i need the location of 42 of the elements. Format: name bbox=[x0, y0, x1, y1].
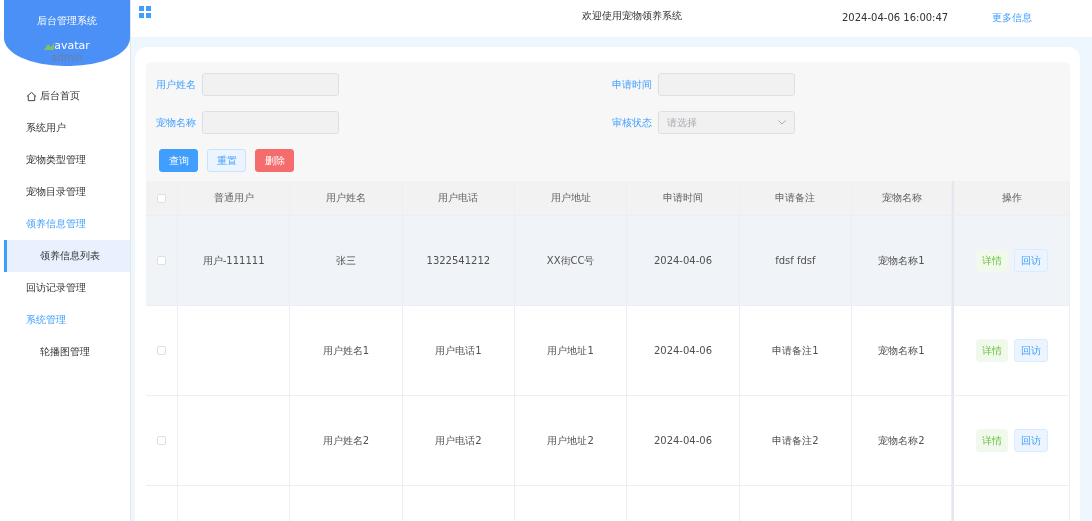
row-action-button[interactable]: 详情 bbox=[975, 249, 1008, 272]
filter-label: 审核状态 bbox=[612, 115, 652, 130]
filter-label: 申请时间 bbox=[612, 77, 652, 92]
row-action-button[interactable]: 回访 bbox=[1013, 429, 1048, 452]
menu-item[interactable]: 领养信息列表 bbox=[4, 240, 130, 272]
menu-item[interactable]: 宠物类型管理 bbox=[4, 144, 130, 176]
app-title: 后台管理系统 bbox=[37, 14, 97, 28]
row-action-button[interactable]: 详情 bbox=[975, 339, 1008, 362]
checkbox[interactable] bbox=[157, 256, 166, 265]
filter-label: 宠物名称 bbox=[156, 115, 196, 130]
input-field[interactable] bbox=[658, 73, 795, 96]
action-button[interactable]: 删除 bbox=[255, 149, 294, 172]
table-row[interactable]: 用户姓名2 用户电话2 用户地址2 2024-04-06 申请备注2 宠物名称2 详情 回访 bbox=[146, 396, 1070, 486]
menu-item[interactable]: 领养信息管理 bbox=[4, 208, 130, 240]
menu-item[interactable]: 系统管理 bbox=[4, 304, 130, 336]
checkbox[interactable] bbox=[157, 436, 166, 445]
menu-item[interactable]: 后台首页 bbox=[4, 80, 130, 112]
row-action-button[interactable]: 回访 bbox=[1013, 339, 1048, 362]
checkbox[interactable] bbox=[157, 193, 166, 203]
input-field[interactable] bbox=[202, 111, 339, 134]
row-action-button[interactable]: 详情 bbox=[975, 429, 1008, 452]
menu-item[interactable]: 宠物目录管理 bbox=[4, 176, 130, 208]
more-info-link[interactable]: 更多信息 bbox=[992, 6, 1092, 25]
menu-item[interactable]: 回访记录管理 bbox=[4, 272, 130, 304]
table-row[interactable]: 用户姓名1 用户电话1 用户地址1 2024-04-06 申请备注1 宠物名称1 详情 回访 bbox=[146, 306, 1070, 396]
avatar-image: avatar bbox=[44, 40, 90, 51]
select-field[interactable]: 请选择 bbox=[658, 111, 795, 134]
filter-label: 用户姓名 bbox=[156, 77, 196, 92]
welcome-title: 欢迎使用宠物领养系统 bbox=[580, 9, 683, 23]
menu-item[interactable]: 轮播图管理 bbox=[4, 336, 130, 368]
action-button[interactable]: 查询 bbox=[159, 149, 198, 172]
row-action-button[interactable]: 回访 bbox=[1013, 249, 1048, 272]
grid-icon[interactable] bbox=[139, 6, 151, 18]
table-row[interactable]: 用户-111111 张三 1322541212 XX街CC号 2024-04-06 fdsf fdsf 宠物名称1 详情 回访 bbox=[146, 216, 1070, 306]
checkbox[interactable] bbox=[157, 346, 166, 355]
input-field[interactable] bbox=[202, 73, 339, 96]
action-button[interactable]: 重置 bbox=[207, 149, 246, 172]
home-icon bbox=[26, 90, 37, 102]
datetime: 2024-04-06 16:00:47 bbox=[842, 11, 950, 23]
chevron-down-icon bbox=[778, 120, 786, 125]
menu-item[interactable]: 系统用户 bbox=[4, 112, 130, 144]
username: admin bbox=[51, 52, 83, 63]
